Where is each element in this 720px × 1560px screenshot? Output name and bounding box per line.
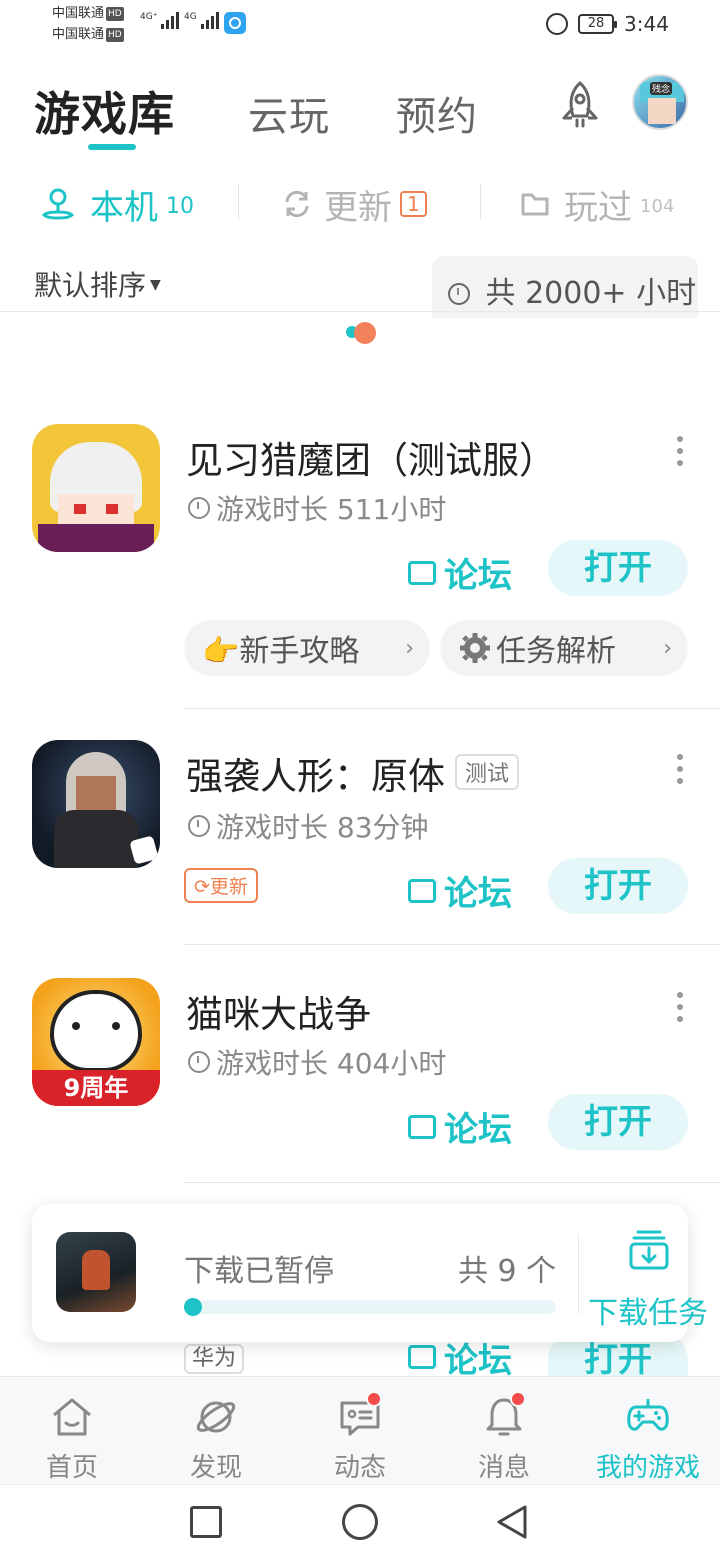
device-user-icon <box>41 188 75 220</box>
nav-home[interactable]: 首页 <box>0 1377 144 1485</box>
nav-feed[interactable]: 动态 <box>288 1377 432 1485</box>
test-tag: 测试 <box>455 754 520 790</box>
total-playtime: 共 2000+ 小时 <box>432 256 698 318</box>
forum-button[interactable]: 论坛 <box>408 1338 512 1376</box>
huawei-tag: 华为 <box>184 1344 245 1374</box>
gear-icon <box>460 633 490 663</box>
forum-button[interactable]: 论坛 <box>408 1102 512 1151</box>
guide-chip-quest[interactable]: 任务解析 › <box>440 620 688 676</box>
active-tab-indicator <box>88 144 136 150</box>
more-options-icon[interactable] <box>677 992 685 1028</box>
carrier-1: 中国联通 HD <box>52 6 124 21</box>
update-count-badge: 1 <box>400 191 427 217</box>
battery-icon: 28 <box>578 14 617 34</box>
timer-icon <box>188 1051 210 1073</box>
forum-button[interactable]: 论坛 <box>408 866 512 915</box>
open-button[interactable]: 打开 <box>548 858 688 914</box>
recent-apps-button[interactable] <box>190 1506 222 1538</box>
refresh-icon: ⟳ <box>194 876 210 898</box>
sub-tabs: 本机 10 更新 1 玩过 104 <box>0 178 720 230</box>
sort-dropdown[interactable]: 默认排序 ▼ <box>34 264 161 304</box>
loading-indicator <box>346 322 380 344</box>
status-bar: 中国联通 HD 中国联通 HD 4G⁺ 4G 28 3:44 <box>0 0 720 50</box>
notification-dot <box>366 1391 382 1407</box>
tab-game-library[interactable]: 游戏库 <box>34 78 175 144</box>
download-tasks-icon <box>629 1230 669 1270</box>
game-title[interactable]: 猫咪大战争 <box>186 984 371 1038</box>
back-button[interactable] <box>494 1503 530 1541</box>
gamepad-icon <box>627 1399 669 1431</box>
forum-icon <box>408 1114 436 1139</box>
game-icon[interactable] <box>32 740 160 868</box>
divider <box>184 1182 720 1183</box>
game-playtime: 游戏时长 511小时 <box>188 488 446 528</box>
search-app-icon <box>224 12 246 34</box>
game-playtime: 游戏时长 404小时 <box>188 1042 446 1082</box>
divider <box>184 944 720 945</box>
home-button[interactable] <box>342 1504 378 1540</box>
bottom-nav: 首页 发现 动态 消息 我的游戏 <box>0 1376 720 1484</box>
chevron-right-icon: › <box>405 635 414 661</box>
caret-down-icon: ▼ <box>150 277 161 293</box>
open-button[interactable]: 打开 <box>548 1094 688 1150</box>
timer-icon <box>448 283 470 305</box>
update-tag[interactable]: ⟳更新 <box>184 868 258 903</box>
download-tasks-button[interactable]: 下载任务 <box>588 1288 708 1332</box>
game-title[interactable]: 见习猎魔团（测试服） <box>186 430 556 484</box>
subtab-played[interactable]: 玩过 104 <box>520 178 674 230</box>
forum-button[interactable]: 论坛 <box>408 548 512 597</box>
carrier-2: 中国联通 HD <box>52 27 124 42</box>
subtab-divider <box>480 184 481 220</box>
game-icon[interactable]: 9周年 <box>32 978 160 1106</box>
notification-dot <box>510 1391 526 1407</box>
divider <box>0 311 720 312</box>
subtab-divider <box>238 184 239 220</box>
alarm-icon <box>546 13 568 35</box>
clock: 3:44 <box>624 12 669 36</box>
forum-icon <box>408 560 436 585</box>
download-game-thumbnail <box>56 1232 136 1312</box>
timer-icon <box>188 497 210 519</box>
signal-icon: 4G⁺ <box>140 12 180 29</box>
divider <box>578 1234 579 1314</box>
open-button[interactable]: 打开 <box>548 540 688 596</box>
timer-icon <box>188 815 210 837</box>
divider <box>184 708 720 709</box>
refresh-icon <box>285 190 309 218</box>
nav-discover[interactable]: 发现 <box>144 1377 288 1485</box>
more-options-icon[interactable] <box>677 436 685 472</box>
nav-my-games[interactable]: 我的游戏 <box>576 1377 720 1485</box>
avatar[interactable]: 残念 <box>632 74 688 130</box>
more-options-icon[interactable] <box>677 754 685 790</box>
nav-messages[interactable]: 消息 <box>432 1377 576 1485</box>
forum-icon <box>408 878 436 903</box>
forum-icon <box>408 1345 436 1369</box>
home-icon <box>53 1398 91 1436</box>
game-playtime: 游戏时长 83分钟 <box>188 806 429 846</box>
planet-icon <box>196 1401 236 1433</box>
game-title[interactable]: 强袭人形：原体 测试 <box>186 746 520 800</box>
subtab-local[interactable]: 本机 10 <box>40 178 194 230</box>
signal-icon: 4G <box>184 12 219 29</box>
tab-reservation[interactable]: 预约 <box>396 84 478 142</box>
download-count: 共 9 个 <box>458 1254 557 1289</box>
system-nav-bar <box>0 1484 720 1560</box>
download-status: 下载已暂停 <box>184 1254 334 1289</box>
folder-icon <box>521 193 549 216</box>
game-icon[interactable] <box>32 424 160 552</box>
chevron-right-icon: › <box>663 635 672 661</box>
download-panel[interactable]: 下载已暂停 共 9 个 下载任务 <box>32 1204 708 1342</box>
guide-chip-newbie[interactable]: 👉新手攻略 › <box>184 620 430 676</box>
download-progress-bar <box>184 1298 556 1316</box>
subtab-update[interactable]: 更新 1 <box>282 178 427 230</box>
tab-cloud-play[interactable]: 云玩 <box>248 84 330 142</box>
rocket-icon[interactable] <box>556 80 604 130</box>
anniversary-badge: 9周年 <box>32 1070 160 1106</box>
